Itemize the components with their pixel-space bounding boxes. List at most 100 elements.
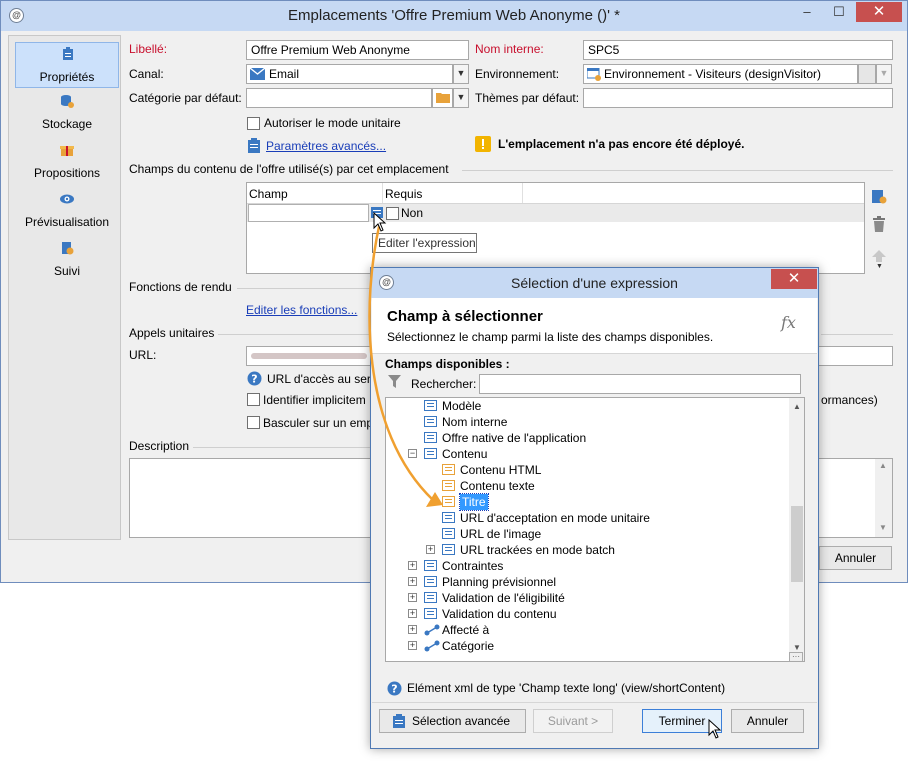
dialog-footer-divider <box>372 702 817 703</box>
themes-input[interactable] <box>583 88 893 108</box>
url-label: URL: <box>129 348 157 362</box>
expand-icon[interactable]: + <box>408 609 417 618</box>
sidebar-item-previsualisation[interactable]: Prévisualisation <box>15 188 119 234</box>
canal-label: Canal: <box>129 67 164 81</box>
environnement-select[interactable]: Environnement - Visiteurs (designVisitor… <box>583 64 858 84</box>
tree-item[interactable]: + Contraintes <box>386 558 788 574</box>
tree-item-label: Validation de l'éligibilité <box>442 591 565 605</box>
tree-item-label: Offre native de l'application <box>442 431 587 445</box>
expression-dialog: @ Sélection d'une expression ✕ Champ à s… <box>370 267 819 749</box>
url-input-right[interactable] <box>818 346 893 366</box>
search-label: Rechercher: <box>411 377 477 391</box>
tree-item[interactable]: + Validation de l'éligibilité <box>386 590 788 606</box>
appels-section-divider-right <box>821 334 893 335</box>
tree-item-label: Contenu <box>442 447 488 461</box>
parametres-avances-link[interactable]: Paramètres avancés... <box>266 139 386 153</box>
tree-item[interactable]: Nom interne <box>386 414 788 430</box>
expand-icon[interactable]: + <box>408 641 417 650</box>
sidebar-item-proprietes[interactable]: Propriétés <box>15 42 119 88</box>
categorie-label: Catégorie par défaut: <box>129 91 242 105</box>
categorie-input[interactable] <box>246 88 432 108</box>
tree-item[interactable]: + Affecté à <box>386 622 788 638</box>
expand-icon[interactable]: + <box>408 577 417 586</box>
tree-item[interactable]: + URL trackées en mode batch <box>386 542 788 558</box>
tree-item[interactable]: Offre native de l'application <box>386 430 788 446</box>
search-input[interactable] <box>479 374 801 394</box>
champs-table: Champ Requis Non <box>246 182 865 274</box>
next-button[interactable]: Suivant > <box>533 709 613 733</box>
close-button[interactable]: ✕ <box>856 2 902 22</box>
expand-icon[interactable]: + <box>408 561 417 570</box>
tree-item[interactable]: + Planning prévisionnel <box>386 574 788 590</box>
environment-browse-button[interactable] <box>858 64 876 84</box>
chevron-down-icon[interactable]: ▼ <box>876 64 892 84</box>
advanced-selection-button[interactable]: Sélection avancée <box>379 709 526 733</box>
dialog-header <box>372 298 817 354</box>
add-field-icon[interactable] <box>871 188 887 204</box>
storage-icon <box>61 95 74 108</box>
trash-icon[interactable] <box>872 216 886 232</box>
field-icon <box>424 400 437 411</box>
main-cancel-button[interactable]: Annuler <box>819 546 892 570</box>
champ-cell-input[interactable] <box>248 204 369 222</box>
requis-checkbox[interactable] <box>386 207 399 220</box>
tree-item[interactable]: URL d'acceptation en mode unitaire <box>386 510 788 526</box>
fields-tree[interactable]: Modèle Nom interne Offre native de l'appli… <box>385 397 805 662</box>
sidebar-item-stockage[interactable]: Stockage <box>15 90 119 136</box>
tree-item-label: Modèle <box>442 399 482 413</box>
tree-item[interactable]: URL de l'image <box>386 526 788 542</box>
expand-icon[interactable]: + <box>408 593 417 602</box>
dialog-close-button[interactable]: ✕ <box>771 269 817 289</box>
url-access-text: URL d'accès au serv <box>267 372 377 386</box>
canal-value: Email <box>269 67 300 81</box>
editer-fonctions-link[interactable]: Editer les fonctions... <box>246 303 357 317</box>
libelle-input[interactable]: Offre Premium Web Anonyme <box>246 40 469 60</box>
identifier-checkbox[interactable] <box>247 393 260 406</box>
filter-icon <box>388 375 401 388</box>
tree-item-selected[interactable]: Titre <box>386 493 788 511</box>
description-scrollbar[interactable]: ▲ ▼ <box>875 459 892 537</box>
tree-item-label: Affecté à <box>442 623 490 637</box>
field-type-status: Elément xml de type 'Champ texte long' (… <box>407 681 726 695</box>
environnement-value: Environnement - Visiteurs (designVisitor… <box>604 67 821 81</box>
more-arrow-icon[interactable]: ▼ <box>876 263 883 270</box>
minimize-button[interactable]: – <box>791 2 823 22</box>
basculer-checkbox[interactable] <box>247 416 260 429</box>
move-up-icon[interactable] <box>872 250 886 262</box>
canal-select[interactable]: Email <box>246 64 453 84</box>
tree-item-label: URL de l'image <box>460 527 542 541</box>
basculer-label: Basculer sur un emp <box>263 416 374 430</box>
table-header-requis[interactable]: Requis <box>385 187 422 201</box>
unitaire-checkbox[interactable] <box>247 117 260 130</box>
description-section-divider <box>193 447 373 448</box>
nom-interne-input[interactable]: SPC5 <box>583 40 893 60</box>
expand-icon[interactable]: + <box>408 625 417 634</box>
sidebar-item-propositions[interactable]: Propositions <box>15 139 119 185</box>
dialog-cancel-button[interactable]: Annuler <box>731 709 804 733</box>
tree-item[interactable]: − Contenu <box>386 446 788 462</box>
table-header-champ[interactable]: Champ <box>249 187 288 201</box>
tree-scroll-thumb[interactable] <box>791 506 803 582</box>
expand-icon[interactable]: + <box>426 545 435 554</box>
tree-item[interactable]: Contenu texte <box>386 478 788 494</box>
tree-item[interactable]: Contenu HTML <box>386 462 788 478</box>
link-node-icon <box>424 640 440 656</box>
themes-label: Thèmes par défaut: <box>475 91 580 105</box>
tree-item[interactable]: + Catégorie <box>386 638 788 654</box>
field-icon <box>442 544 455 555</box>
champs-section-divider <box>462 170 893 171</box>
maximize-button[interactable]: ☐ <box>823 2 855 22</box>
tree-more-icon[interactable]: ··· <box>789 652 803 661</box>
collapse-icon[interactable]: − <box>408 449 417 458</box>
sidebar-item-suivi[interactable]: Suivi <box>15 237 119 283</box>
tree-scrollbar[interactable]: ▲ ▼ <box>789 398 804 661</box>
tree-item[interactable]: Modèle <box>386 398 788 414</box>
chevron-down-icon[interactable]: ▼ <box>453 88 469 108</box>
chevron-down-icon[interactable]: ▼ <box>453 64 469 84</box>
folder-icon[interactable] <box>432 88 453 108</box>
url-input[interactable] <box>246 346 376 366</box>
tree-item-label: Validation du contenu <box>442 607 557 621</box>
table-header-divider <box>522 183 523 203</box>
mouse-cursor-icon <box>708 719 722 739</box>
tree-item[interactable]: + Validation du contenu <box>386 606 788 622</box>
